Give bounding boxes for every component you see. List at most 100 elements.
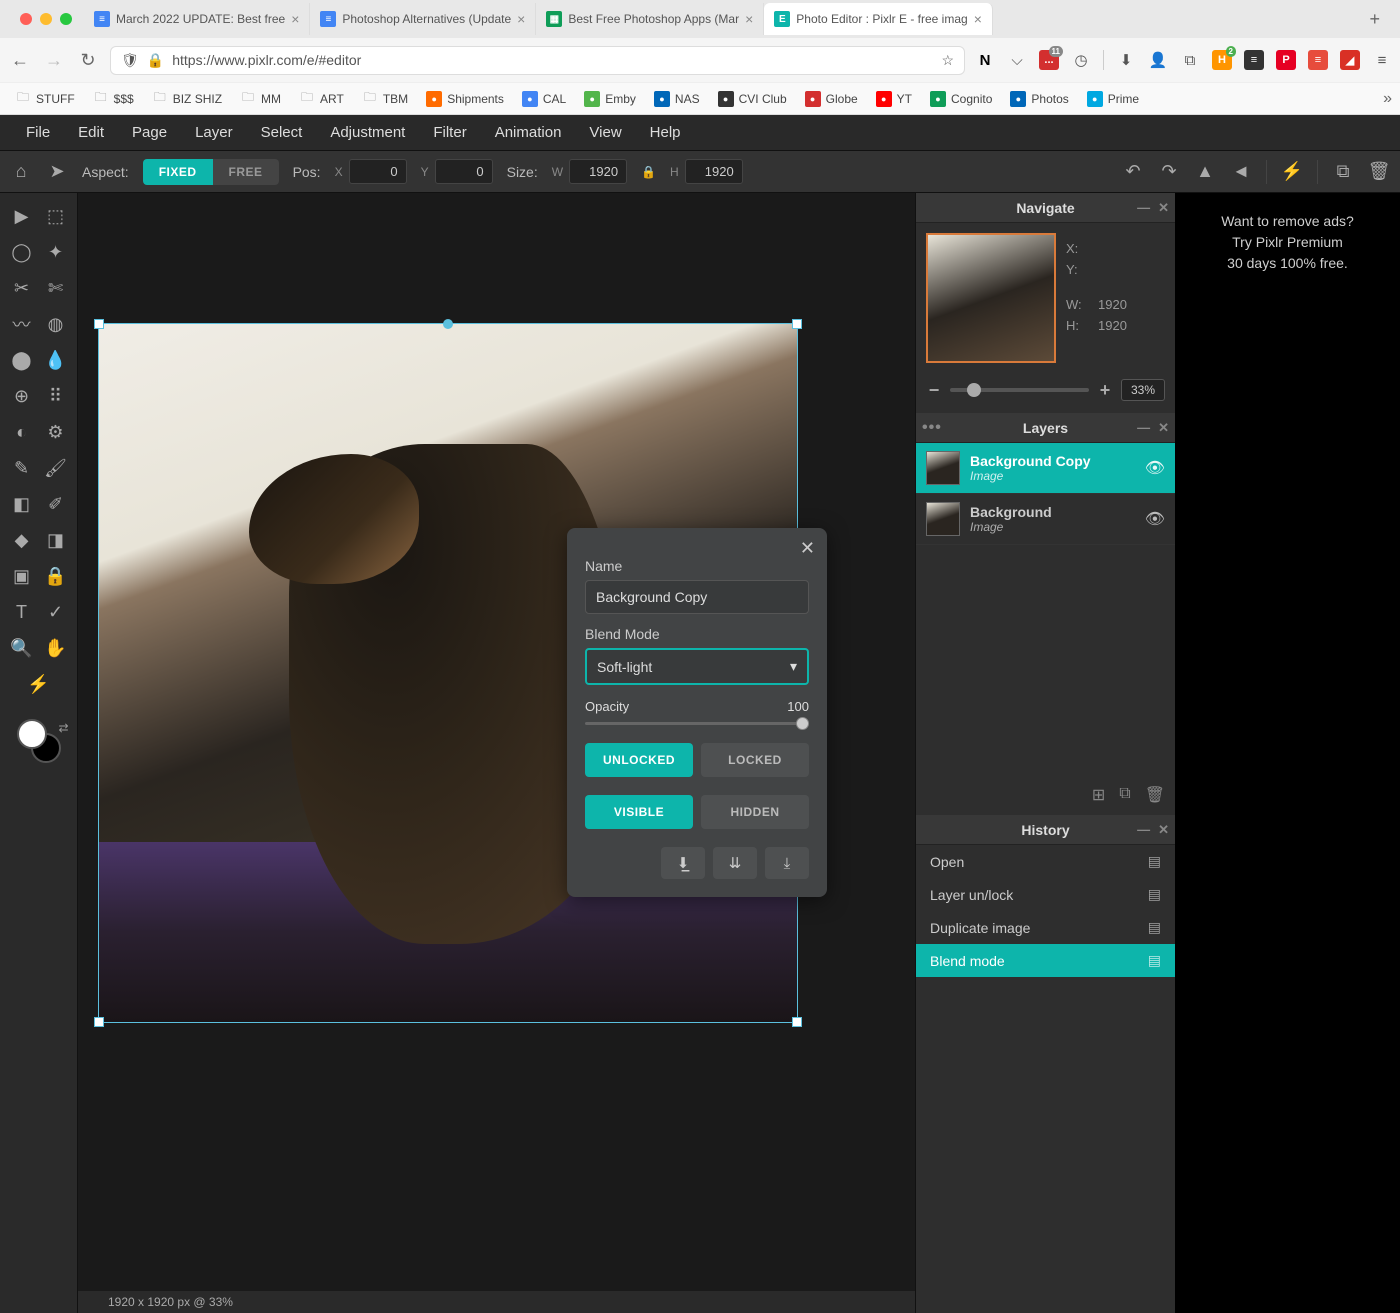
- opacity-slider[interactable]: [585, 722, 809, 725]
- size-h-input[interactable]: [685, 159, 743, 184]
- new-tab-button[interactable]: +: [1357, 1, 1392, 38]
- close-window-button[interactable]: [20, 13, 32, 25]
- layer-item[interactable]: BackgroundImage👁: [916, 494, 1175, 545]
- ext-misc-icon[interactable]: ◢: [1340, 50, 1360, 70]
- flip-h-icon[interactable]: ▲: [1194, 161, 1216, 183]
- eyedropper-tool-icon[interactable]: ✓: [41, 597, 71, 627]
- hand-tool-icon[interactable]: ✋: [41, 633, 71, 663]
- hidden-button[interactable]: HIDDEN: [701, 795, 809, 829]
- pos-y-input[interactable]: [435, 159, 493, 184]
- frame-tool-icon[interactable]: 🔒: [41, 561, 71, 591]
- history-item[interactable]: Blend mode▤: [916, 944, 1175, 977]
- draw-tool-icon[interactable]: ✐: [41, 489, 71, 519]
- account-icon[interactable]: 👤: [1148, 50, 1168, 70]
- marquee-tool-icon[interactable]: ⬚: [41, 201, 71, 231]
- menu-file[interactable]: File: [12, 116, 64, 149]
- visible-button[interactable]: VISIBLE: [585, 795, 693, 829]
- bookmark-item[interactable]: ●Shipments: [419, 87, 511, 111]
- bookmark-item[interactable]: 🗀STUFF: [8, 87, 82, 111]
- navigate-thumbnail[interactable]: [926, 233, 1056, 363]
- gradient-tool-icon[interactable]: ◨: [41, 525, 71, 555]
- browser-tab[interactable]: ▦Best Free Photoshop Apps (Mar×: [536, 3, 764, 35]
- merge-down-button[interactable]: ⬇̲: [661, 847, 705, 879]
- eraser-tool-icon[interactable]: ◧: [7, 489, 37, 519]
- move-tool-icon[interactable]: ▶: [7, 201, 37, 231]
- menu-filter[interactable]: Filter: [419, 116, 480, 149]
- duplicate-layer-icon[interactable]: ⧉: [1119, 785, 1130, 805]
- redo-icon[interactable]: ↷: [1158, 161, 1180, 183]
- menu-help[interactable]: Help: [636, 116, 695, 149]
- trash-icon[interactable]: 🗑: [1368, 161, 1390, 183]
- bookmark-item[interactable]: ●Cognito: [923, 87, 999, 111]
- quick-tool-icon[interactable]: ⚡: [24, 669, 54, 699]
- browser-tab[interactable]: EPhoto Editor : Pixlr E - free imag×: [764, 3, 993, 35]
- bookmark-item[interactable]: ●CAL: [515, 87, 573, 111]
- bookmark-item[interactable]: ●NAS: [647, 87, 707, 111]
- duplicate-icon[interactable]: ⧉: [1332, 161, 1354, 183]
- aspect-fixed-button[interactable]: FIXED: [143, 159, 213, 185]
- zoom-slider[interactable]: [950, 388, 1089, 392]
- lasso-tool-icon[interactable]: ◯: [7, 237, 37, 267]
- swap-colors-icon[interactable]: ⇄: [58, 721, 68, 735]
- history-item[interactable]: Layer un/lock▤: [916, 878, 1175, 911]
- close-icon[interactable]: ✕: [1158, 822, 1169, 838]
- wand-tool-icon[interactable]: ✦: [41, 237, 71, 267]
- resize-handle-nw[interactable]: [94, 319, 104, 329]
- rotate-handle[interactable]: [443, 319, 453, 329]
- ext-clock-icon[interactable]: ◷: [1071, 50, 1091, 70]
- delete-layer-icon[interactable]: 🗑: [1145, 785, 1165, 805]
- bookmark-item[interactable]: ●Prime: [1080, 87, 1146, 111]
- minimize-window-button[interactable]: [40, 13, 52, 25]
- undo-icon[interactable]: ↶: [1122, 161, 1144, 183]
- dodge-tool-icon[interactable]: ◐: [7, 417, 37, 447]
- blend-mode-select[interactable]: Soft-light ▾: [585, 648, 809, 685]
- zoom-out-button[interactable]: −: [926, 380, 942, 401]
- shape-tool-icon[interactable]: ▣: [7, 561, 37, 591]
- lock-aspect-icon[interactable]: 🔒: [641, 165, 656, 179]
- bookmark-item[interactable]: ●Globe: [798, 87, 865, 111]
- flatten-button[interactable]: ⤓: [765, 847, 809, 879]
- bookmark-item[interactable]: 🗀ART: [292, 87, 351, 111]
- bookmark-item[interactable]: 🗀TBM: [355, 87, 415, 111]
- forward-button[interactable]: →: [42, 48, 66, 72]
- tab-close-icon[interactable]: ×: [517, 11, 525, 27]
- ext-crop-icon[interactable]: ⧉: [1180, 50, 1200, 70]
- crop-tool-icon[interactable]: ✂: [7, 273, 37, 303]
- visibility-toggle-icon[interactable]: 👁: [1145, 509, 1165, 529]
- arrow-tool-icon[interactable]: ➤: [46, 161, 68, 183]
- blur-tool-icon[interactable]: 💧: [41, 345, 71, 375]
- clone-tool-icon[interactable]: ⬤: [7, 345, 37, 375]
- tab-close-icon[interactable]: ×: [974, 11, 982, 27]
- cutout-tool-icon[interactable]: ✄: [41, 273, 71, 303]
- ext-todoist-icon[interactable]: ≡: [1308, 50, 1328, 70]
- gear-tool-icon[interactable]: ⚙: [41, 417, 71, 447]
- layer-name-input[interactable]: [585, 580, 809, 614]
- resize-handle-se[interactable]: [792, 1017, 802, 1027]
- merge-visible-button[interactable]: ⇊: [713, 847, 757, 879]
- bookmark-item[interactable]: ●YT: [869, 87, 919, 111]
- add-layer-icon[interactable]: ⊞: [1092, 785, 1105, 805]
- layers-options-icon[interactable]: •••: [922, 419, 942, 437]
- downloads-icon[interactable]: ⬇: [1116, 50, 1136, 70]
- menu-layer[interactable]: Layer: [181, 116, 247, 149]
- minimize-icon[interactable]: —: [1137, 822, 1150, 838]
- ext-pocket-icon[interactable]: ⌵: [1007, 50, 1027, 70]
- close-icon[interactable]: ✕: [1158, 200, 1169, 216]
- brush-tool-icon[interactable]: 🖌: [41, 453, 71, 483]
- visibility-toggle-icon[interactable]: 👁: [1145, 458, 1165, 478]
- menu-page[interactable]: Page: [118, 116, 181, 149]
- maximize-window-button[interactable]: [60, 13, 72, 25]
- star-icon[interactable]: ☆: [941, 52, 954, 69]
- close-icon[interactable]: ✕: [1158, 420, 1169, 436]
- fill-tool-icon[interactable]: ◆: [7, 525, 37, 555]
- minimize-icon[interactable]: —: [1137, 420, 1150, 436]
- history-item[interactable]: Duplicate image▤: [916, 911, 1175, 944]
- bookmark-item[interactable]: 🗀$$$: [86, 87, 141, 111]
- ext-pinterest-icon[interactable]: P: [1276, 50, 1296, 70]
- bookmark-item[interactable]: 🗀MM: [233, 87, 288, 111]
- ai-icon[interactable]: ⚡: [1281, 161, 1303, 183]
- foreground-color[interactable]: [17, 719, 47, 749]
- menu-adjustment[interactable]: Adjustment: [316, 116, 419, 149]
- back-button[interactable]: ←: [8, 48, 32, 72]
- ext-notion-icon[interactable]: N: [975, 50, 995, 70]
